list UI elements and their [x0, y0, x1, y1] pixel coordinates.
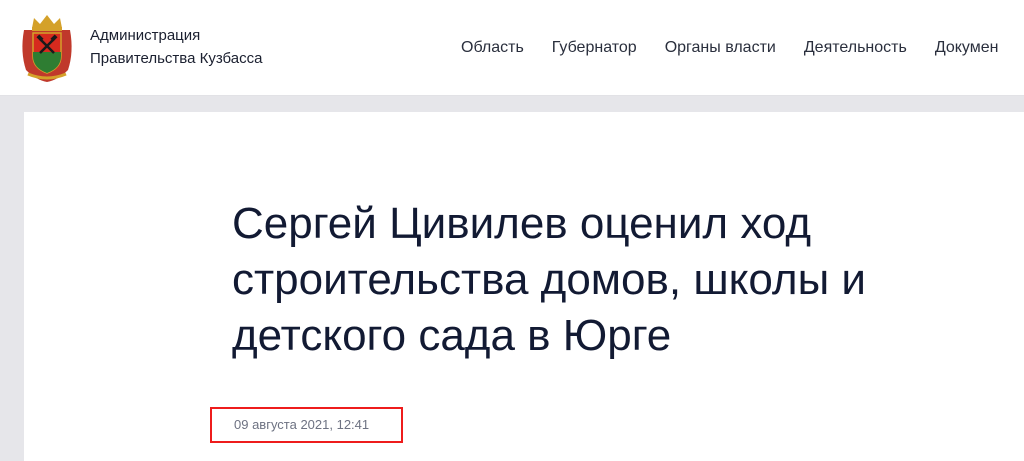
article-title: Сергей Цивилев оценил ход строительства …	[232, 199, 867, 360]
nav-item-authorities[interactable]: Органы власти	[665, 38, 776, 58]
org-title[interactable]: Администрация Правительства Кузбасса	[90, 24, 263, 70]
main-nav: Область Губернатор Органы власти Деятель…	[461, 38, 1024, 58]
org-title-line2: Правительства Кузбасса	[90, 50, 263, 67]
kuzbass-coat-of-arms-icon[interactable]	[20, 12, 74, 82]
nav-item-activity[interactable]: Деятельность	[804, 38, 907, 58]
nav-item-oblast[interactable]: Область	[461, 38, 524, 58]
nav-item-documents[interactable]: Докумен	[935, 38, 999, 58]
date-highlight-box: 09 августа 2021, 12:41	[210, 407, 403, 443]
org-title-line1: Администрация	[90, 27, 201, 44]
site-header: Администрация Правительства Кузбасса Обл…	[0, 0, 1024, 96]
nav-item-governor[interactable]: Губернатор	[552, 38, 637, 58]
article-card: Сергей Цивилев оценил ход строительства …	[24, 112, 1024, 461]
article-date: 09 августа 2021, 12:41	[234, 417, 370, 432]
